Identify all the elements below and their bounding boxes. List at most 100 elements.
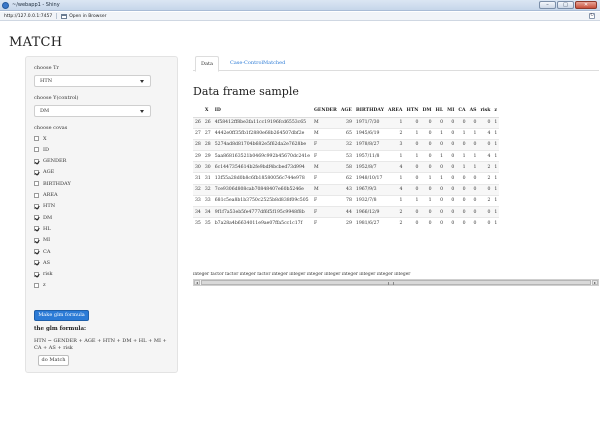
table-cell: 0	[456, 138, 468, 151]
tr-select[interactable]: HTN	[34, 75, 151, 87]
table-cell: 0	[456, 194, 468, 207]
cova-checkbox-row[interactable]: BIRTHDAY	[34, 180, 71, 187]
scrollbar-thumb[interactable]	[201, 280, 591, 285]
table-cell: 0	[404, 161, 421, 173]
horizontal-scrollbar[interactable]: ◂ ▸	[193, 279, 599, 286]
table-cell: 0	[467, 116, 479, 129]
window-titlebar: ~/webapp1 - Shiny – □ ✕	[0, 0, 600, 11]
table-cell: 1	[404, 194, 421, 207]
table-row: 27 27 4442e0ff35fb1f2880e68b264507dbf2e M 65…	[193, 127, 500, 140]
tab-data[interactable]: Data	[195, 56, 219, 72]
scroll-right-icon[interactable]: ▸	[592, 280, 598, 285]
cova-checkbox-row[interactable]: X	[34, 135, 47, 142]
open-in-browser-icon[interactable]	[61, 13, 68, 19]
checkbox[interactable]	[34, 169, 39, 175]
table-cell: 1	[492, 138, 500, 151]
checkbox[interactable]	[34, 215, 39, 221]
table-cell: 0	[420, 150, 434, 162]
do-match-button[interactable]: do Match	[38, 355, 69, 366]
table-cell: 0	[420, 138, 434, 151]
cova-checkbox-row[interactable]: AS	[34, 259, 50, 266]
checkbox[interactable]	[34, 147, 39, 153]
cova-checkbox-row[interactable]: GENDER	[34, 158, 66, 165]
maximize-button[interactable]: □	[557, 1, 574, 9]
cova-checkbox-row[interactable]: HTN	[34, 203, 55, 210]
table-cell: 28	[202, 138, 213, 151]
tab-matched[interactable]: Matched	[258, 56, 290, 71]
table-cell: 3	[386, 138, 405, 151]
checkbox[interactable]	[34, 271, 39, 277]
y-select-value: DM	[40, 108, 50, 114]
cova-checkbox-row[interactable]: AGE	[34, 169, 54, 176]
table-cell: 35	[193, 217, 203, 229]
checkbox[interactable]	[34, 237, 39, 243]
table-cell: 0	[404, 138, 421, 151]
checkbox-label: HTN	[43, 203, 56, 210]
minimize-button[interactable]: –	[539, 1, 556, 9]
cova-checkbox-row[interactable]: z	[34, 282, 46, 289]
y-select[interactable]: DM	[34, 105, 151, 117]
scroll-left-icon[interactable]: ◂	[194, 280, 200, 285]
checkbox-label: AREA	[43, 192, 58, 198]
table-cell: 29	[202, 150, 213, 162]
cova-checkbox-row[interactable]: AREA	[34, 192, 58, 199]
make-glm-formula-button[interactable]: Make glm formula	[34, 310, 89, 321]
column-header	[193, 105, 203, 118]
table-cell: 0	[445, 127, 457, 140]
cova-checkbox-row[interactable]: DM	[34, 214, 52, 221]
table-cell: 13f55a28d0b8c6fb18580056c744e978	[212, 172, 312, 185]
checkbox[interactable]	[34, 181, 39, 187]
open-in-browser-link[interactable]: Open in Browser	[69, 14, 106, 19]
table-cell: 1	[433, 127, 446, 140]
data-frame-heading: Data frame sample	[193, 85, 299, 98]
table-cell: 2	[386, 205, 405, 218]
checkbox[interactable]	[34, 260, 39, 266]
table-cell: 1945/6/19	[353, 127, 387, 140]
window-title: ~/webapp1 - Shiny	[12, 2, 60, 8]
checkbox[interactable]	[34, 249, 39, 254]
table-cell: F	[311, 217, 339, 229]
cova-checkbox-row[interactable]: HL	[34, 225, 51, 232]
cova-checkbox-row[interactable]: ID	[34, 146, 49, 153]
table-cell: 4	[478, 150, 493, 162]
table-cell: 1932/7/8	[353, 194, 387, 207]
caret-down-icon	[140, 110, 144, 113]
close-button[interactable]: ✕	[575, 1, 597, 9]
table-cell: b7a28a4b6634011e9ae07ffa5cc1c17f	[212, 217, 312, 229]
url-text[interactable]: http://127.0.0.1:7457	[4, 14, 52, 19]
column-header: AGE	[338, 105, 354, 118]
choose-y-label: choose Y(control)	[34, 95, 79, 101]
checkbox-label: GENDER	[43, 158, 67, 165]
table-row: 29 29 5aa868163521b0469c992b45670dc241e F 53…	[193, 150, 500, 162]
checkbox[interactable]	[34, 136, 39, 141]
table-cell: M	[311, 127, 339, 140]
table-cell: 0	[456, 183, 468, 196]
checkbox[interactable]	[34, 226, 39, 232]
checkbox-label: MI	[43, 237, 51, 244]
column-header: GENDER	[311, 105, 339, 118]
table-row: 28 28 5274ad8d81704b682e5f62da2e7628be F 32 1…	[193, 138, 500, 151]
table-cell: 4f58412ff8be3fa11cc19196fcd6553c65	[212, 116, 312, 129]
table-cell: 0	[456, 217, 468, 229]
cova-checkbox-row[interactable]: MI	[34, 237, 50, 244]
column-header: HL	[433, 105, 446, 118]
checkbox[interactable]	[34, 203, 39, 209]
checkbox-label: z	[43, 282, 46, 289]
table-cell: 9f1f7a53eb5fe4777df6f5f195c9948f8b	[212, 205, 312, 218]
table-cell: F	[311, 205, 339, 218]
checkbox[interactable]	[34, 282, 39, 288]
checkbox[interactable]	[34, 158, 39, 164]
refresh-icon[interactable]: ↻	[589, 13, 595, 19]
checkbox[interactable]	[34, 192, 39, 198]
cova-checkbox-row[interactable]: risk	[34, 271, 53, 278]
table-cell: 29	[338, 217, 354, 229]
data-table-container: X ID GENDER AGE BIRTHDAY AREA HTN DM HL MI CA AS ris…	[193, 105, 599, 265]
table-cell: 0	[420, 217, 434, 229]
table-cell: 0	[478, 217, 493, 229]
table-cell: 0	[404, 183, 421, 196]
column-types-row: integer factor factor integer factor int…	[193, 272, 411, 277]
choose-tr-label: choose Tr	[34, 65, 59, 71]
table-cell: 1	[420, 172, 434, 185]
table-cell: 0	[445, 161, 457, 173]
cova-checkbox-row[interactable]: CA	[34, 248, 50, 255]
